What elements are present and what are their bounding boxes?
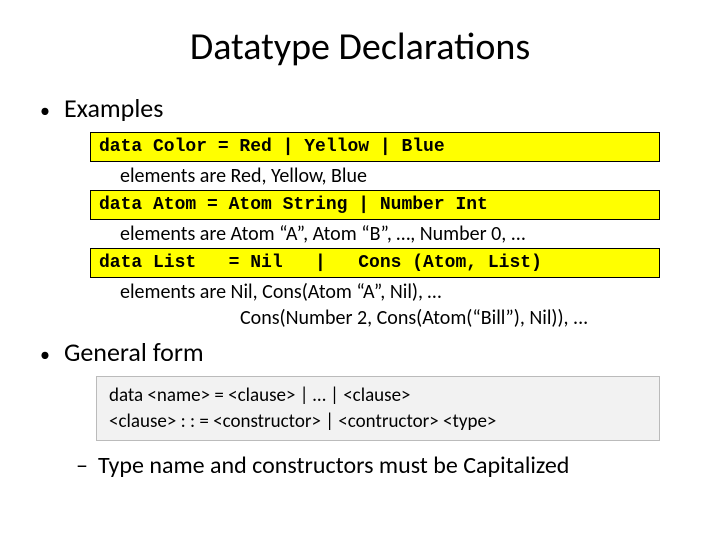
examples-bullet: • Examples <box>40 92 680 124</box>
slide: Datatype Declarations • Examples data Co… <box>0 0 720 540</box>
code-example-color: data Color = Red | Yellow | Blue <box>90 132 660 162</box>
desc-atom: elements are Atom “A”, Atom “B”, …, Numb… <box>120 222 680 246</box>
desc-color: elements are Red, Yellow, Blue <box>120 164 680 188</box>
page-title: Datatype Declarations <box>40 24 680 70</box>
general-form-box: data <name> = <clause> | … | <clause> <c… <box>96 376 660 441</box>
dash-icon: – <box>76 451 88 480</box>
general-form-heading: General form <box>64 336 204 368</box>
desc-list-line1: elements are Nil, Cons(Atom “A”, Nil), … <box>120 280 680 304</box>
gf-line1: data <name> = <clause> | … | <clause> <box>109 383 647 409</box>
code-example-atom: data Atom = Atom String | Number Int <box>90 190 660 220</box>
general-form-bullet: • General form <box>40 336 680 368</box>
desc-list-line2: Cons(Number 2, Cons(Atom(“Bill”), Nil)),… <box>240 306 680 330</box>
bullet-icon: • <box>40 345 50 365</box>
bullet-icon: • <box>40 101 50 121</box>
general-form-note: Type name and constructors must be Capit… <box>98 451 569 480</box>
code-example-list: data List = Nil | Cons (Atom, List) <box>90 248 660 278</box>
gf-line2: <clause> : : = <constructor> | <contruct… <box>109 409 647 435</box>
examples-heading: Examples <box>64 92 163 124</box>
general-form-note-line: – Type name and constructors must be Cap… <box>76 451 680 480</box>
